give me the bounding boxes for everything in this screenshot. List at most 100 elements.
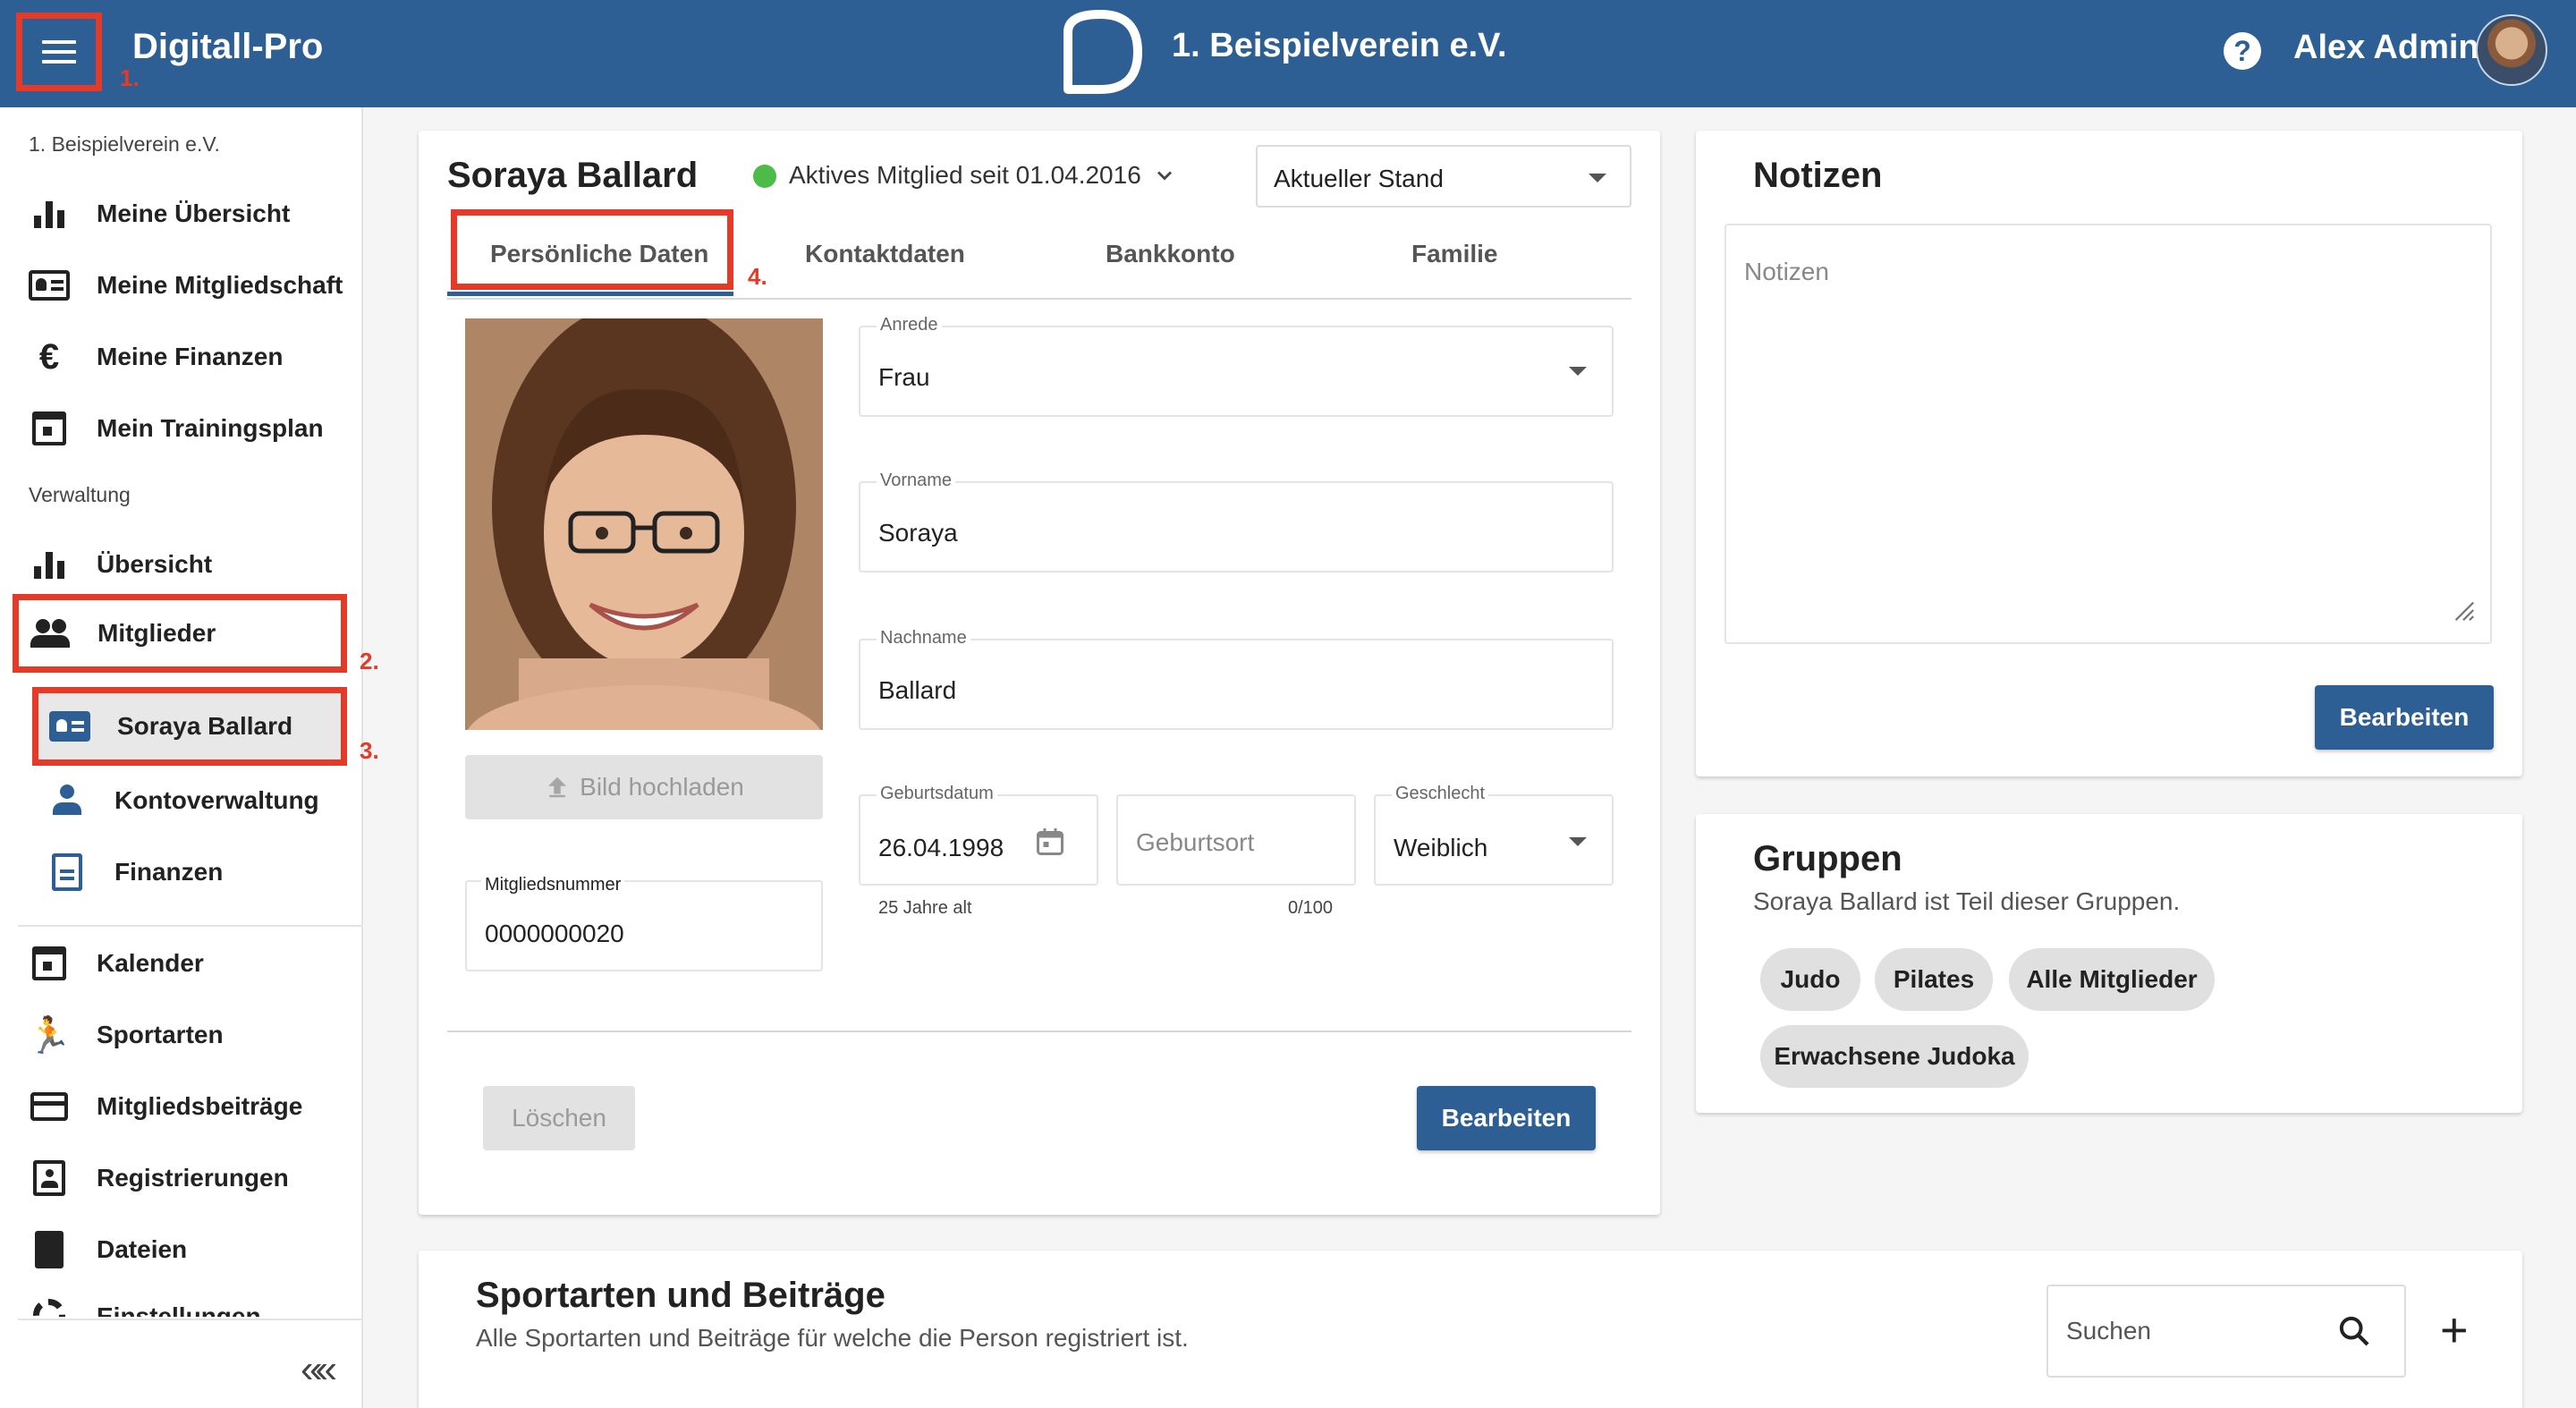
sports-icon: 🏃 <box>27 1015 72 1056</box>
calendar-icon <box>27 941 72 986</box>
sidebar-item-label: Dateien <box>97 1235 188 1263</box>
app-title[interactable]: Digitall-Pro <box>132 27 323 67</box>
sidebar-item-label: Meine Finanzen <box>97 343 284 370</box>
mitgliedsnummer-value: 0000000020 <box>485 920 624 947</box>
sidebar-item-label: Mitgliedsbeiträge <box>97 1092 303 1120</box>
sports-subtitle: Alle Sportarten und Beiträge für welche … <box>476 1324 1189 1352</box>
group-chip-erwachsene-judoka[interactable]: Erwachsene Judoka <box>1760 1025 2029 1088</box>
add-icon[interactable]: + <box>2440 1302 2469 1358</box>
groups-subtitle: Soraya Ballard ist Teil dieser Gruppen. <box>1753 887 2181 915</box>
group-chip-judo[interactable]: Judo <box>1760 948 1860 1011</box>
gear-icon <box>27 1290 72 1317</box>
calendar-event-icon <box>27 406 72 451</box>
sidebar-item-soraya-ballard[interactable]: Soraya Ballard <box>32 687 347 766</box>
dropdown-arrow-icon <box>1569 367 1587 376</box>
geschlecht-select[interactable]: Geschlecht Weiblich <box>1374 784 1614 886</box>
stand-select[interactable]: Aktueller Stand <box>1256 145 1631 208</box>
upload-icon <box>548 776 567 798</box>
group-chip-alle-mitglieder[interactable]: Alle Mitglieder <box>2009 948 2215 1011</box>
person-icon <box>45 778 89 823</box>
delete-button[interactable]: Löschen <box>483 1086 635 1150</box>
member-name: Soraya Ballard <box>447 156 699 195</box>
sidebar-admin-label: Verwaltung <box>29 483 131 506</box>
status-dot-icon <box>753 165 776 188</box>
sidebar-item-mitgliedsbeitraege[interactable]: Mitgliedsbeiträge <box>18 1075 345 1138</box>
hamburger-menu-icon <box>42 34 76 70</box>
membership-status[interactable]: Aktives Mitglied seit 01.04.2016 <box>789 161 1141 190</box>
anrede-select[interactable]: Anrede Frau <box>859 315 1614 417</box>
tab-kontaktdaten[interactable]: Kontaktdaten <box>805 240 965 268</box>
id-card-icon <box>47 704 92 749</box>
chevron-down-icon[interactable] <box>1152 163 1177 188</box>
sidebar-item-meine-uebersicht[interactable]: Meine Übersicht <box>18 182 345 245</box>
tab-familie[interactable]: Familie <box>1411 240 1497 268</box>
geschlecht-value: Weiblich <box>1394 834 1488 861</box>
sidebar-item-meine-finanzen[interactable]: € Meine Finanzen <box>18 326 345 388</box>
search-placeholder: Suchen <box>2066 1317 2151 1344</box>
sidebar-item-registrierungen[interactable]: Registrierungen <box>18 1147 345 1209</box>
nachname-field[interactable]: Nachname Ballard <box>859 628 1614 730</box>
edit-notes-button[interactable]: Bearbeiten <box>2315 685 2494 750</box>
geburtsort-placeholder: Geburtsort <box>1136 828 1255 856</box>
sidebar-item-kontoverwaltung[interactable]: Kontoverwaltung <box>36 769 363 832</box>
sidebar-item-uebersicht[interactable]: Übersicht <box>18 533 345 596</box>
sidebar-item-label: Finanzen <box>114 858 224 886</box>
tab-bankkonto[interactable]: Bankkonto <box>1106 240 1235 268</box>
anrede-value: Frau <box>878 363 930 391</box>
tabs-divider <box>447 298 1631 300</box>
member-photo <box>465 318 823 730</box>
euro-icon: € <box>38 336 60 377</box>
form-divider <box>447 1031 1631 1032</box>
club-name: 1. Beispielverein e.V. <box>1172 27 1507 64</box>
collapse-sidebar-icon[interactable]: «« <box>301 1347 337 1392</box>
user-name[interactable]: Alex Admin <box>2293 29 2479 67</box>
files-icon <box>27 1227 72 1272</box>
geburtsort-field[interactable]: Geburtsort <box>1116 794 1356 886</box>
menu-button[interactable] <box>16 13 102 91</box>
geburtsdatum-field[interactable]: Geburtsdatum 26.04.1998 <box>859 784 1098 886</box>
sidebar-item-label: Soraya Ballard <box>117 712 293 740</box>
mitgliedsnummer-label: Mitgliedsnummer <box>481 875 625 895</box>
sidebar-item-label: Mitglieder <box>97 619 216 647</box>
mitgliedsnummer-field[interactable]: Mitgliedsnummer 0000000020 <box>465 875 823 971</box>
search-icon[interactable] <box>2336 1313 2372 1349</box>
sidebar-item-finanzen[interactable]: Finanzen <box>36 841 363 903</box>
sidebar-item-sportarten[interactable]: 🏃 Sportarten <box>18 1004 345 1066</box>
upload-photo-button[interactable]: Bild hochladen <box>465 755 823 819</box>
sidebar-item-label: Einstellungen <box>97 1302 261 1317</box>
id-card-icon <box>27 263 72 308</box>
sidebar-item-dateien[interactable]: Dateien <box>18 1218 345 1281</box>
club-logo-icon <box>1063 10 1142 94</box>
sidebar-item-label: Registrierungen <box>97 1164 289 1192</box>
tab-persoenliche-daten[interactable]: Persönliche Daten <box>490 240 708 268</box>
geburtsdatum-value: 26.04.1998 <box>878 834 1004 861</box>
help-icon[interactable]: ? <box>2224 32 2261 70</box>
vorname-label: Vorname <box>877 471 956 491</box>
calendar-icon[interactable] <box>1034 825 1066 859</box>
sidebar-item-mein-trainingsplan[interactable]: Mein Trainingsplan <box>18 397 345 460</box>
sidebar-item-label: Sportarten <box>97 1021 224 1048</box>
avatar[interactable] <box>2476 14 2547 86</box>
age-hint: 25 Jahre alt <box>878 898 972 918</box>
sidebar-item-meine-mitgliedschaft[interactable]: Meine Mitgliedschaft <box>18 254 345 317</box>
group-chip-pilates[interactable]: Pilates <box>1875 948 1993 1011</box>
sidebar-item-mitglieder[interactable]: Mitglieder <box>13 594 347 673</box>
vorname-field[interactable]: Vorname Soraya <box>859 471 1614 573</box>
edit-member-button[interactable]: Bearbeiten <box>1417 1086 1596 1150</box>
bar-chart-icon <box>27 542 72 587</box>
annotation-3: 3. <box>360 737 379 764</box>
annotation-2: 2. <box>360 648 379 674</box>
resize-handle-icon[interactable] <box>2451 598 2476 623</box>
top-app-bar: 1. Digitall-Pro 1. Beispielverein e.V. ?… <box>0 0 2576 107</box>
vorname-value: Soraya <box>878 519 958 547</box>
sidebar-item-kalender[interactable]: Kalender <box>18 932 345 995</box>
notes-textarea[interactable]: Notizen <box>1724 224 2492 644</box>
sidebar-club-label: 1. Beispielverein e.V. <box>29 132 220 156</box>
document-icon <box>45 850 89 895</box>
sidebar-item-label: Übersicht <box>97 550 213 578</box>
geschlecht-label: Geschlecht <box>1392 784 1489 804</box>
sidebar-item-einstellungen[interactable]: Einstellungen <box>18 1290 345 1317</box>
badge-icon <box>27 1156 72 1200</box>
annotation-1: 1. <box>120 64 140 91</box>
people-icon <box>28 611 72 656</box>
